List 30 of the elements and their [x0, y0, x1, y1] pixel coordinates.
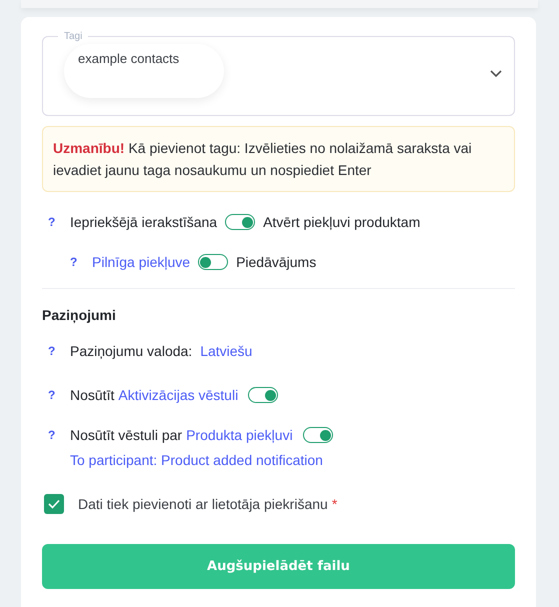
email-label: Nosūtīt — [70, 387, 114, 403]
consent-label: Dati tiek pievienoti ar lietotāja piekrišanu — [78, 496, 328, 512]
email-label: Nosūtīt vēstuli par — [70, 427, 182, 443]
email-link[interactable]: Produkta piekļuvi — [186, 427, 293, 443]
access-option: Piedāvājums — [236, 254, 316, 270]
help-icon[interactable]: ? — [48, 344, 62, 358]
warning-message: Uzmanību! Kā pievienot tagu: Izvēlieties no nolaižamā saraksta vai ievadiet jaunu taga nosaukumu un nospiediet Enter — [42, 126, 515, 192]
help-icon[interactable]: ? — [48, 215, 62, 229]
tag-chip[interactable]: example contacts — [64, 44, 224, 98]
toggle-switch[interactable] — [198, 254, 228, 270]
chevron-down-icon[interactable] — [490, 70, 502, 78]
language-link[interactable]: Latviešu — [200, 343, 252, 359]
check-icon — [48, 499, 60, 509]
template-link[interactable]: To participant: Product added notification — [70, 452, 515, 468]
toggle-switch[interactable] — [302, 427, 333, 443]
toggle-switch[interactable] — [225, 214, 256, 230]
toggle-switch[interactable] — [248, 387, 278, 403]
access-option: Atvērt piekļuvi produktam — [263, 214, 420, 230]
email-link[interactable]: Aktivizācijas vēstuli — [118, 387, 238, 403]
access-link[interactable]: Pilnīga piekļuve — [92, 254, 190, 270]
language-label: Paziņojumu valoda: — [70, 343, 192, 359]
tags-field[interactable]: Tagi example contacts — [42, 31, 515, 116]
help-icon[interactable]: ? — [70, 255, 84, 269]
field-legend: Tagi — [58, 31, 88, 42]
checkbox[interactable] — [44, 494, 64, 514]
required-mark: * — [332, 496, 338, 512]
section-title: Paziņojumi — [42, 307, 117, 323]
help-icon[interactable]: ? — [48, 428, 62, 442]
help-icon[interactable]: ? — [48, 388, 62, 402]
access-label: Iepriekšējā ierakstīšana — [70, 214, 218, 230]
